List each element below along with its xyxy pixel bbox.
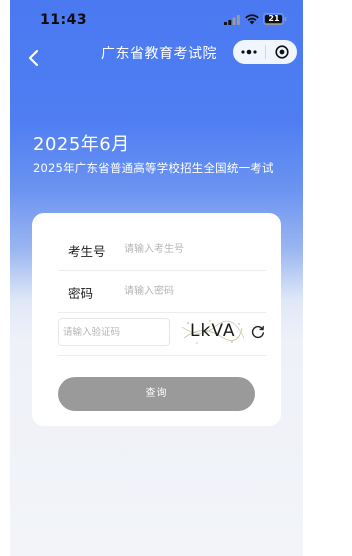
candidate-id-row: 考生号	[58, 229, 266, 271]
captcha-input[interactable]	[58, 318, 170, 346]
exam-name: 2025年广东省普通高等学校招生全国统一考试	[33, 161, 274, 175]
status-bar: 11:43 21	[10, 0, 303, 40]
candidate-id-input[interactable]	[124, 239, 254, 259]
refresh-icon[interactable]	[251, 325, 265, 339]
password-input[interactable]	[124, 281, 254, 301]
back-button[interactable]	[20, 44, 48, 72]
phone-screen: 11:43 21 广东省教育考试院 2025年6月 2025年广东省普通高等学校…	[10, 0, 303, 556]
query-button[interactable]: 查询	[58, 377, 255, 411]
close-button[interactable]	[266, 40, 297, 64]
captcha-text: LkVA	[190, 321, 236, 341]
captcha-row: LkVA	[58, 313, 266, 356]
wifi-icon	[245, 14, 259, 25]
mini-program-capsule	[233, 40, 297, 64]
page-title: 广东省教育考试院	[101, 46, 217, 62]
target-close-icon	[274, 45, 289, 59]
status-time: 11:43	[40, 12, 88, 28]
chevron-left-icon	[28, 49, 39, 67]
battery-level: 21	[268, 14, 280, 23]
candidate-id-label: 考生号	[68, 244, 106, 259]
password-label: 密码	[68, 286, 94, 301]
exam-date: 2025年6月	[33, 134, 130, 155]
more-dots-icon	[241, 49, 257, 55]
signal-bars-icon	[224, 15, 240, 25]
login-form-card: 考生号 密码 LkVA	[32, 213, 281, 426]
password-row: 密码	[58, 271, 266, 313]
captcha-image[interactable]: LkVA	[182, 318, 244, 346]
more-button[interactable]	[233, 40, 265, 64]
